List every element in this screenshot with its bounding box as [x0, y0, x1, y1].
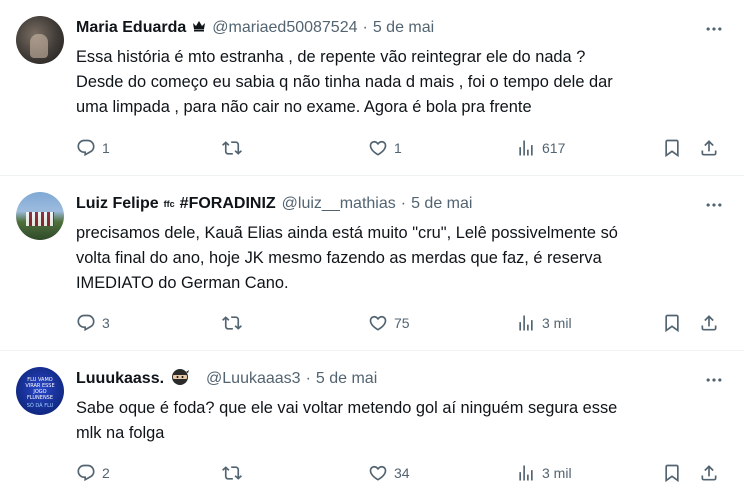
handle[interactable]: @Luukaaas3	[206, 370, 301, 388]
handle[interactable]: @mariaed50087524	[212, 19, 357, 37]
tweet-text-line: Sabe oque é foda? que ele vai voltar met…	[76, 399, 618, 417]
more-icon[interactable]	[700, 369, 728, 391]
reply-feed: Maria Eduarda @mariaed50087524 · 5 de ma…	[0, 0, 744, 499]
reply-icon	[76, 313, 96, 333]
name-suffix: ffc	[163, 199, 175, 209]
tweet-text-line: mlk na folga	[76, 424, 165, 442]
views-icon	[516, 463, 536, 483]
like-count: 34	[394, 465, 410, 481]
avatar[interactable]	[16, 16, 64, 64]
like-button[interactable]: 75	[368, 311, 410, 335]
reply-count: 3	[102, 315, 110, 331]
timestamp[interactable]: 5 de mai	[316, 370, 377, 388]
view-count: 3 mil	[542, 315, 572, 331]
share-icon	[699, 463, 719, 483]
avatar-text: FLU VAMO VIRAR ESSE JOGO FLUNENSE	[25, 377, 55, 401]
tweet-text-line: Essa história é mto estranha , de repent…	[76, 48, 586, 66]
reply-button[interactable]: 1	[76, 136, 110, 160]
views-icon	[516, 138, 536, 158]
tweet-text-line: uma limpada , para não cair no exame. Ag…	[76, 98, 532, 116]
timestamp[interactable]: 5 de mai	[373, 19, 434, 37]
display-name-tag[interactable]: #FORADINIZ	[180, 195, 276, 213]
tweet-text-line: volta final do ano, hoje JK mesmo fazend…	[76, 249, 602, 267]
bookmark-button[interactable]	[662, 461, 682, 485]
more-icon[interactable]	[700, 194, 728, 216]
retweet-button[interactable]	[222, 136, 248, 160]
tweet-text-line: precisamos dele, Kauã Elias ainda está m…	[76, 224, 618, 242]
action-bar: 1 1 617	[76, 136, 726, 160]
tweet-text-line: Desde do começo eu sabia q não tinha nad…	[76, 73, 613, 91]
tweet-card[interactable]: Luiz Felipe ffc #FORADINIZ @luiz__mathia…	[0, 176, 744, 351]
tweet-card[interactable]: FLU VAMO VIRAR ESSE JOGO FLUNENSE SÓ DÁ …	[0, 351, 744, 499]
display-name[interactable]: Luuukaass.	[76, 370, 164, 388]
ninja-emoji-icon	[164, 368, 200, 391]
more-icon[interactable]	[700, 18, 728, 40]
retweet-button[interactable]	[222, 461, 248, 485]
tweet-text-line: IMEDIATO do German Cano.	[76, 274, 289, 292]
like-button[interactable]: 34	[368, 461, 410, 485]
reply-count: 2	[102, 465, 110, 481]
retweet-icon	[222, 463, 242, 483]
reply-button[interactable]: 3	[76, 311, 110, 335]
tweet-header: Luuukaass. @Luukaaas3 · 5 de mai	[76, 368, 377, 390]
timestamp[interactable]: 5 de mai	[411, 195, 472, 213]
views-button[interactable]: 3 mil	[516, 311, 572, 335]
reply-icon	[76, 138, 96, 158]
avatar[interactable]	[16, 192, 64, 240]
like-count: 75	[394, 315, 410, 331]
retweet-icon	[222, 138, 242, 158]
view-count: 617	[542, 140, 566, 156]
tweet-text: Essa história é mto estranha , de repent…	[76, 45, 716, 120]
retweet-icon	[222, 313, 242, 333]
reply-icon	[76, 463, 96, 483]
tweet-header: Maria Eduarda @mariaed50087524 · 5 de ma…	[76, 17, 434, 39]
heart-icon	[368, 313, 388, 333]
heart-icon	[368, 138, 388, 158]
display-name[interactable]: Maria Eduarda	[76, 19, 186, 37]
handle[interactable]: @luiz__mathias	[282, 195, 396, 213]
retweet-button[interactable]	[222, 311, 248, 335]
reply-count: 1	[102, 140, 110, 156]
separator-dot: ·	[362, 19, 368, 36]
crown-icon	[192, 19, 206, 37]
heart-icon	[368, 463, 388, 483]
avatar[interactable]: FLU VAMO VIRAR ESSE JOGO FLUNENSE SÓ DÁ …	[16, 367, 64, 415]
bookmark-icon	[662, 463, 682, 483]
bookmark-button[interactable]	[662, 136, 682, 160]
action-bar: 2 34 3 mil	[76, 461, 726, 485]
share-button[interactable]	[699, 311, 719, 335]
bookmark-icon	[662, 313, 682, 333]
display-name[interactable]: Luiz Felipe	[76, 195, 159, 213]
separator-dot: ·	[400, 195, 407, 212]
separator-dot: ·	[305, 370, 311, 387]
views-button[interactable]: 617	[516, 136, 565, 160]
tweet-card[interactable]: Maria Eduarda @mariaed50087524 · 5 de ma…	[0, 0, 744, 176]
share-button[interactable]	[699, 461, 719, 485]
share-button[interactable]	[699, 136, 719, 160]
tweet-header: Luiz Felipe ffc #FORADINIZ @luiz__mathia…	[76, 193, 472, 215]
views-icon	[516, 313, 536, 333]
reply-button[interactable]: 2	[76, 461, 110, 485]
bookmark-button[interactable]	[662, 311, 682, 335]
tweet-text: Sabe oque é foda? que ele vai voltar met…	[76, 396, 716, 446]
avatar-text: SÓ DÁ FLU	[26, 403, 54, 409]
views-button[interactable]: 3 mil	[516, 461, 572, 485]
action-bar: 3 75 3 mil	[76, 311, 726, 335]
share-icon	[699, 313, 719, 333]
bookmark-icon	[662, 138, 682, 158]
like-count: 1	[394, 140, 402, 156]
view-count: 3 mil	[542, 465, 572, 481]
tweet-text: precisamos dele, Kauã Elias ainda está m…	[76, 221, 716, 296]
like-button[interactable]: 1	[368, 136, 402, 160]
share-icon	[699, 138, 719, 158]
